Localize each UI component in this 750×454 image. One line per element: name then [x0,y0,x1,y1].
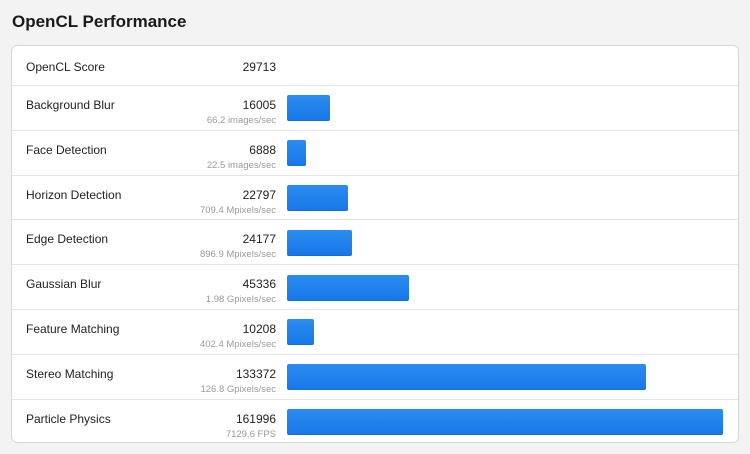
score-label: 6888 [249,142,276,157]
category-label: Edge Detection [26,232,109,247]
table-row: Face Detection 6888 22.5 images/sec [12,129,738,175]
category-label: Gaussian Blur [26,277,102,292]
category-label: Horizon Detection [26,187,122,202]
table-row: Horizon Detection 22797 709.4 Mpixels/sec [12,174,738,220]
rate-label: 402.4 Mpixels/sec [199,339,276,350]
score-label: 22797 [242,187,276,202]
rate-label: 709.4 Mpixels/sec [199,204,276,216]
rate-label: 896.9 Mpixels/sec [199,249,276,261]
table-row: Particle Physics 161996 7129.6 FPS [12,398,738,442]
table-row: Feature Matching 10208 402.4 Mpixels/sec [12,309,738,354]
bar [287,140,306,167]
bar [287,95,331,122]
table-row: Edge Detection 24177 896.9 Mpixels/sec [12,219,738,264]
rate-label: 1.98 Gpixels/sec [205,294,276,306]
bar [287,274,410,301]
score-label: 24177 [242,232,276,247]
score-label: 133372 [235,366,276,381]
rate-label: 7129.6 FPS [225,428,276,440]
bar [287,408,723,435]
category-label: Feature Matching [26,322,120,336]
score-label: 45336 [242,277,276,292]
bar [287,184,349,211]
category-label: Face Detection [26,142,107,157]
table-row: Background Blur 16005 66.2 images/sec [12,85,738,130]
bar [287,229,353,256]
summary-name: OpenCL Score [26,60,105,74]
category-label: Particle Physics [26,411,111,426]
page-title: OpenCL Performance [12,12,187,31]
category-label: Stereo Matching [26,366,114,381]
category-label: Background Blur [26,98,115,112]
table-row: Stereo Matching 133372 126.8 Gpixels/sec [12,353,738,399]
summary-row: OpenCL Score 29713 [12,46,738,85]
results-table: OpenCL Score 29713 Background Blur 16005 6… [11,45,739,443]
score-label: 161996 [235,411,276,426]
summary-score: 29713 [242,60,276,74]
rate-label: 22.5 images/sec [206,159,276,171]
bar [287,364,646,391]
table-row: Gaussian Blur 45336 1.98 Gpixels/sec [12,264,738,309]
rate-label: 126.8 Gpixels/sec [200,383,276,395]
score-label: 16005 [242,98,276,112]
bar [287,319,315,346]
score-label: 10208 [242,322,276,336]
rate-label: 66.2 images/sec [206,115,276,126]
